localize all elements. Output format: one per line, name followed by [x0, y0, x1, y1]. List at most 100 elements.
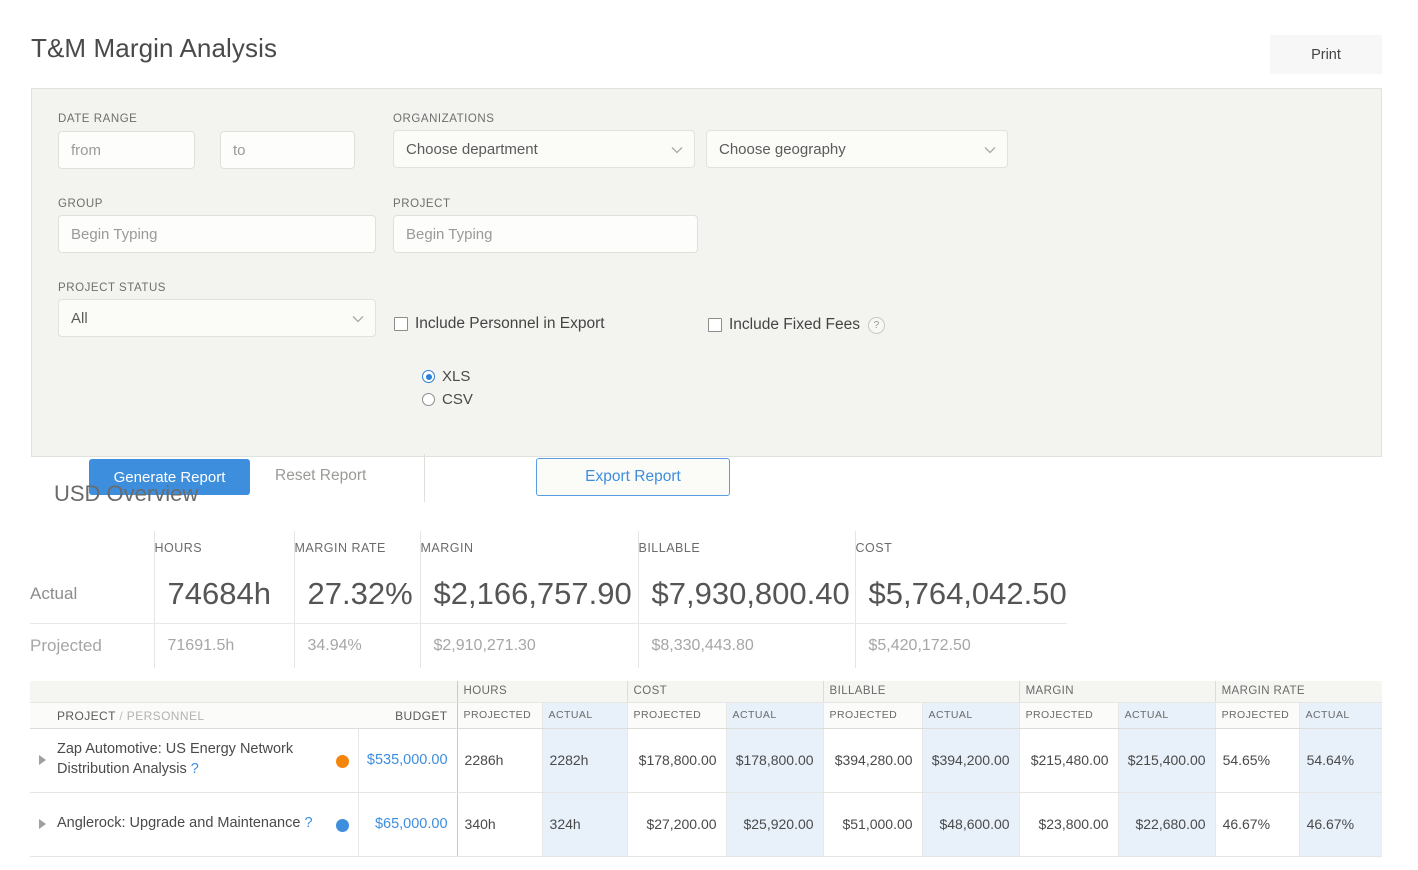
overview-col-cost: COST	[854, 531, 1067, 565]
overview-actual-margin-rate: 27.32%	[293, 565, 420, 624]
overview-header-row: HOURS MARGIN RATE MARGIN BILLABLE COST	[30, 531, 1067, 565]
include-personnel-checkbox[interactable]: Include Personnel in Export	[394, 315, 605, 333]
margin-actual-cell: $215,400.00	[1118, 728, 1216, 793]
subheader-hours-actual: ACTUAL	[542, 702, 628, 729]
chevron-down-icon	[984, 146, 996, 154]
date-to-input[interactable]	[220, 131, 355, 169]
group-header-blank	[30, 681, 458, 703]
department-select-value: Choose department	[406, 140, 538, 158]
project-name-cell[interactable]: Anglerock: Upgrade and Maintenance ?	[30, 792, 328, 857]
date-from-input[interactable]	[58, 131, 195, 169]
date-range-label: DATE RANGE	[58, 113, 138, 125]
group-header-margin: MARGIN	[1019, 681, 1216, 703]
column-header-project: PROJECT / PERSONNEL	[30, 702, 358, 729]
margin-actual-cell: $22,680.00	[1118, 792, 1216, 857]
billable-projected-cell: $51,000.00	[823, 792, 923, 857]
include-fixed-fees-checkbox[interactable]: Include Fixed Fees ?	[708, 316, 885, 334]
overview-actual-hours: 74684h	[153, 565, 294, 624]
radio-selected-icon	[422, 370, 435, 383]
expand-row-icon[interactable]	[39, 819, 46, 829]
help-icon[interactable]: ?	[867, 316, 885, 334]
project-status-select[interactable]: All	[58, 299, 376, 337]
subheader-billable-actual: ACTUAL	[922, 702, 1020, 729]
format-xls-label: XLS	[442, 368, 471, 385]
hours-projected-cell: 2286h	[457, 728, 543, 793]
status-indicator-cell	[328, 728, 359, 793]
include-fixed-fees-label: Include Fixed Fees	[729, 316, 860, 333]
status-indicator-cell	[328, 792, 359, 857]
subheader-margin-rate-projected: PROJECTED	[1215, 702, 1300, 729]
print-button[interactable]: Print	[1270, 35, 1382, 74]
cost-projected-cell: $27,200.00	[627, 792, 727, 857]
project-name-cell[interactable]: Zap Automotive: US Energy Network Distri…	[30, 728, 328, 793]
toolbar-divider	[424, 454, 425, 502]
margin-rate-projected-cell: 54.65%	[1215, 728, 1300, 793]
budget-cell[interactable]: $65,000.00	[358, 792, 458, 857]
project-name-text: Anglerock: Upgrade and Maintenance	[57, 815, 301, 832]
include-personnel-label: Include Personnel in Export	[415, 315, 605, 332]
group-label: GROUP	[58, 198, 103, 210]
checkbox-box-icon	[708, 318, 722, 332]
overview-col-billable: BILLABLE	[637, 531, 855, 565]
expand-row-icon[interactable]	[39, 755, 46, 765]
cost-actual-cell: $178,800.00	[726, 728, 824, 793]
overview-projected-billable: $8,330,443.80	[637, 623, 855, 668]
project-help-icon[interactable]: ?	[304, 815, 312, 831]
format-csv-label: CSV	[442, 391, 473, 408]
checkbox-box-icon	[394, 317, 408, 331]
hours-actual-cell: 2282h	[542, 728, 628, 793]
hours-projected-cell: 340h	[457, 792, 543, 857]
group-header-cost: COST	[627, 681, 824, 703]
overview-row-actual: Actual 74684h 27.32% $2,166,757.90 $7,93…	[30, 565, 1067, 624]
margin-rate-projected-cell: 46.67%	[1215, 792, 1300, 857]
overview-row-label-actual: Actual	[30, 565, 154, 624]
overview-title: USD Overview	[54, 481, 199, 506]
project-help-icon[interactable]: ?	[191, 761, 199, 777]
status-dot-icon	[336, 754, 350, 768]
table-row[interactable]: Zap Automotive: US Energy Network Distri…	[30, 728, 1383, 793]
overview-projected-margin-rate: 34.94%	[293, 623, 420, 668]
geography-select[interactable]: Choose geography	[706, 130, 1008, 168]
overview-col-margin: MARGIN	[419, 531, 638, 565]
margin-rate-actual-cell: 46.67%	[1299, 792, 1383, 857]
reset-report-button[interactable]: Reset Report	[275, 467, 366, 485]
subheader-cost-actual: ACTUAL	[726, 702, 824, 729]
project-input[interactable]	[393, 215, 698, 253]
format-xls-radio[interactable]: XLS	[422, 368, 470, 385]
table-row[interactable]: Anglerock: Upgrade and Maintenance ? $65…	[30, 792, 1383, 857]
margin-projected-cell: $215,480.00	[1019, 728, 1119, 793]
margin-rate-actual-cell: 54.64%	[1299, 728, 1383, 793]
project-status-value: All	[71, 309, 88, 327]
project-header-text: PROJECT	[57, 708, 116, 723]
department-select[interactable]: Choose department	[393, 130, 695, 168]
status-dot-icon	[336, 818, 350, 832]
margin-data-table: HOURS COST BILLABLE MARGIN MARGIN RATE P…	[30, 681, 1383, 857]
cost-actual-cell: $25,920.00	[726, 792, 824, 857]
overview-actual-cost: $5,764,042.50	[854, 565, 1067, 624]
group-header-hours: HOURS	[457, 681, 628, 703]
export-report-button[interactable]: Export Report	[536, 458, 730, 496]
group-input[interactable]	[58, 215, 376, 253]
page-root: T&M Margin Analysis Print DATE RANGE ORG…	[0, 0, 1418, 870]
page-title: T&M Margin Analysis	[31, 33, 278, 63]
subheader-margin-rate-actual: ACTUAL	[1299, 702, 1383, 729]
chevron-down-icon	[352, 315, 364, 323]
budget-cell[interactable]: $535,000.00	[358, 728, 458, 793]
page-header: T&M Margin Analysis Print	[0, 0, 1418, 90]
table-group-header-row: HOURS COST BILLABLE MARGIN MARGIN RATE	[30, 681, 1383, 703]
format-csv-radio[interactable]: CSV	[422, 391, 473, 408]
geography-select-value: Choose geography	[719, 140, 846, 158]
subheader-hours-projected: PROJECTED	[457, 702, 543, 729]
table-sub-header-row: PROJECT / PERSONNEL BUDGET PROJECTED ACT…	[30, 702, 1383, 729]
overview-corner-cell	[30, 531, 154, 565]
group-header-billable: BILLABLE	[823, 681, 1020, 703]
billable-actual-cell: $394,200.00	[922, 728, 1020, 793]
filter-panel: DATE RANGE ORGANIZATIONS Choose departme…	[31, 88, 1382, 502]
cost-projected-cell: $178,800.00	[627, 728, 727, 793]
group-header-margin-rate: MARGIN RATE	[1215, 681, 1383, 703]
billable-actual-cell: $48,600.00	[922, 792, 1020, 857]
overview-table: HOURS MARGIN RATE MARGIN BILLABLE COST A…	[30, 531, 1067, 668]
personnel-header-text: PERSONNEL	[126, 708, 205, 723]
margin-data-table-wrapper: HOURS COST BILLABLE MARGIN MARGIN RATE P…	[30, 681, 1383, 857]
chevron-down-icon	[671, 146, 683, 154]
